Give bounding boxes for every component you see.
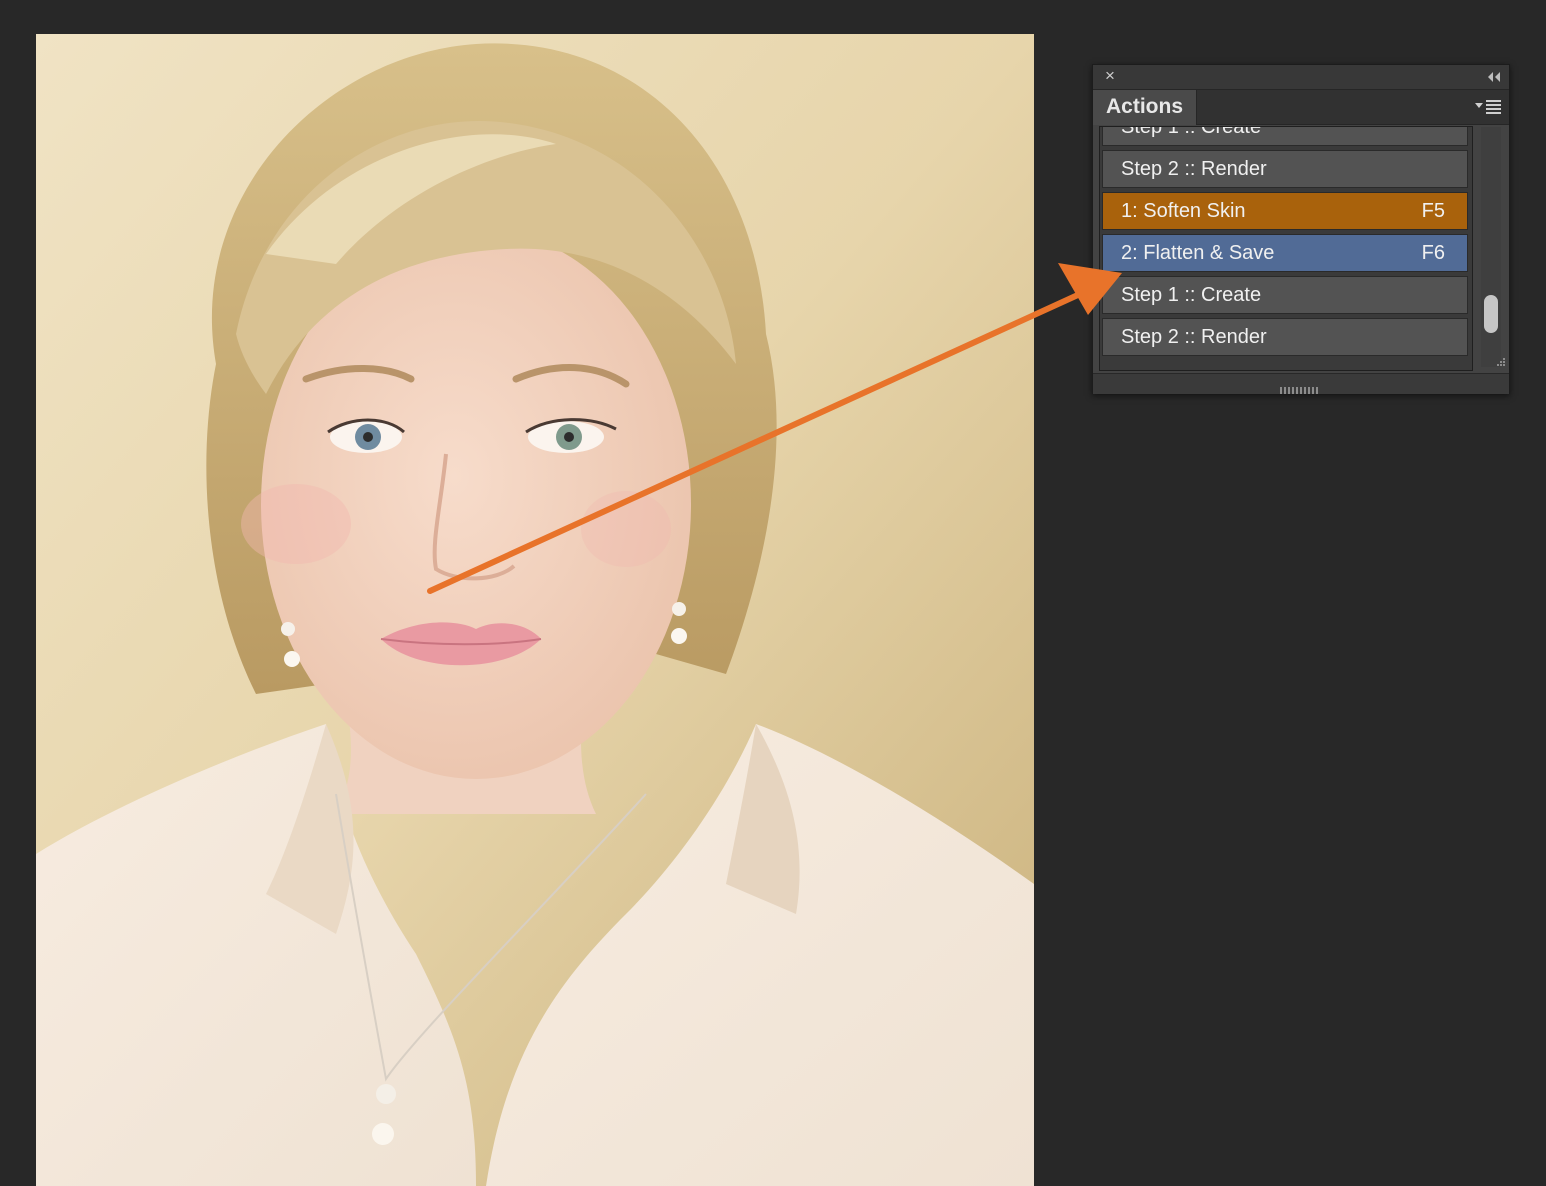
scrollbar[interactable] — [1481, 127, 1501, 367]
action-row-key: F5 — [1421, 200, 1445, 222]
resize-grip-icon[interactable] — [1492, 355, 1506, 369]
scroll-thumb[interactable] — [1484, 295, 1498, 333]
actions-panel: × Actions Step 1 :: Create Step 2:: Ren… — [1092, 64, 1510, 394]
panel-title-bar[interactable]: × — [1093, 65, 1509, 90]
action-row-label: Step 2 :: Render — [1121, 158, 1267, 180]
action-row-label: Step 2 :: Render — [1121, 326, 1267, 348]
panel-tab-row: Actions — [1093, 90, 1509, 125]
action-row-step2-render[interactable]: Step 2 :: Render — [1102, 150, 1468, 188]
action-row-label: 1: Soften Skin — [1121, 200, 1246, 222]
panel-bottom-bar — [1093, 373, 1509, 394]
action-row-key: F6 — [1421, 242, 1445, 264]
action-row-step1-create[interactable]: Step 1 :: Create — [1102, 126, 1468, 146]
panel-menu-icon[interactable] — [1474, 98, 1502, 116]
action-row-flatten-save[interactable]: 2: Flatten & Save F6 — [1102, 234, 1468, 272]
action-row-label: Step 1 :: Create — [1121, 284, 1262, 306]
action-row-step2-render[interactable]: Step 2 :: Render — [1102, 318, 1468, 356]
action-row-soften-skin[interactable]: 1: Soften Skin F5 — [1102, 192, 1468, 230]
action-row-step1-create[interactable]: Step 1 :: Create — [1102, 276, 1468, 314]
panel-height-grip-icon[interactable] — [1280, 381, 1318, 394]
close-icon[interactable]: × — [1101, 67, 1119, 85]
actions-list[interactable]: Step 1 :: Create Step 2 :: Render 1: Sof… — [1099, 126, 1473, 371]
tab-actions[interactable]: Actions — [1093, 90, 1197, 125]
document-canvas[interactable] — [36, 34, 1034, 1186]
portrait-photo — [36, 34, 1034, 1186]
action-row-label: 2: Flatten & Save — [1121, 242, 1275, 264]
action-row-label: Step 1 :: Create — [1121, 126, 1262, 138]
collapse-panel-icon[interactable] — [1485, 69, 1503, 85]
